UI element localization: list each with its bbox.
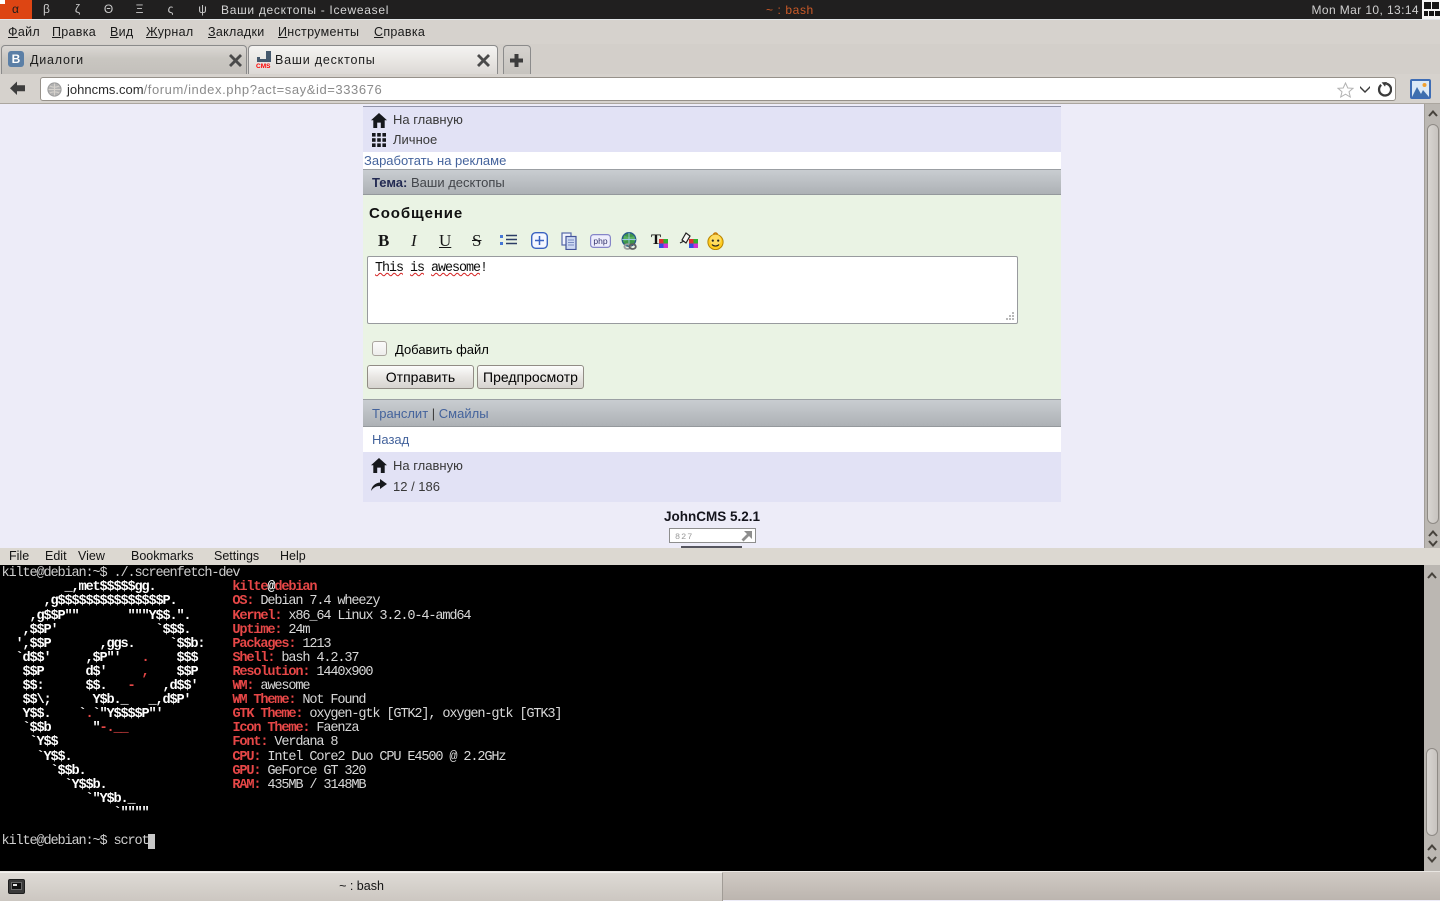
svg-text:php: php bbox=[593, 236, 607, 246]
